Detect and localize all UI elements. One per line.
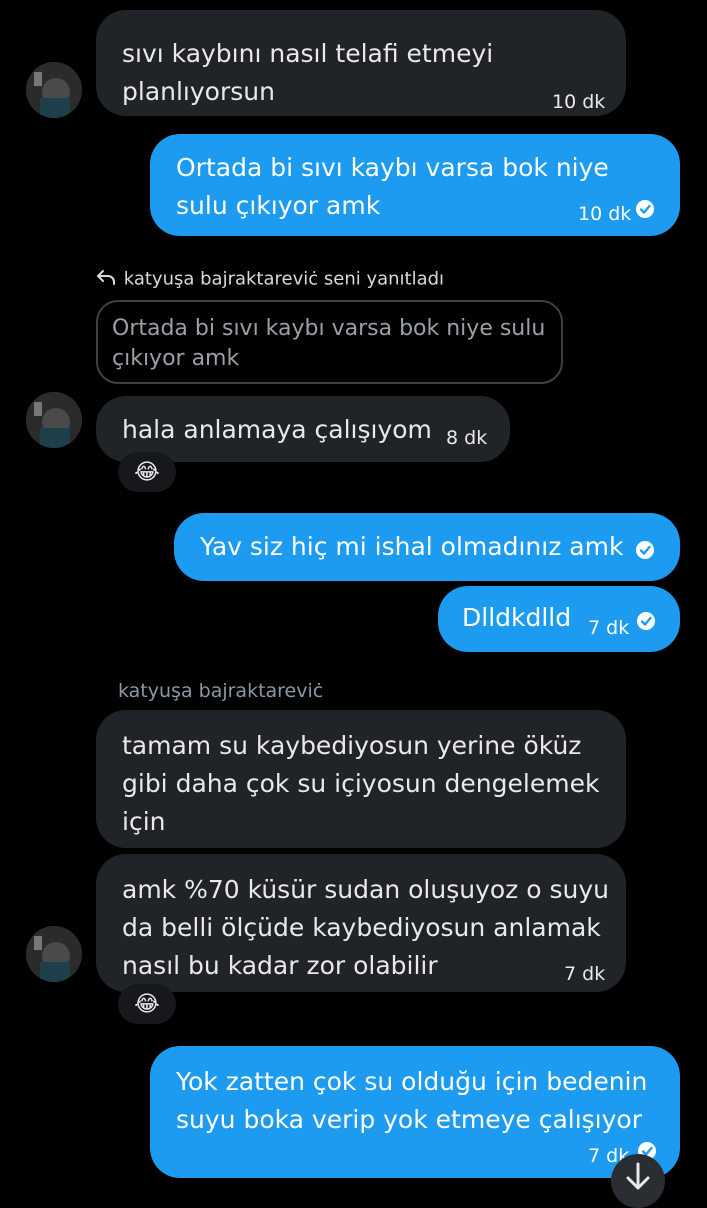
- message-time: 7 dk: [588, 617, 630, 639]
- message-text: amk %70 küsür sudan oluşuyoz o suyu: [122, 875, 609, 904]
- message-bubble-incoming[interactable]: sıvı kaybını nasıl telafi etmeyi planlıy…: [96, 10, 626, 116]
- check-circle-icon: [636, 200, 654, 218]
- message-bubble-incoming[interactable]: tamam su kaybediyosun yerine öküz gibi d…: [96, 710, 626, 848]
- message-text: hala anlamaya çalışıyom: [122, 415, 432, 444]
- sender-name: katyuşa bajraktareviċ: [118, 680, 324, 702]
- quoted-text: Ortada bi sıvı kaybı varsa bok niye sulu: [112, 316, 546, 341]
- avatar[interactable]: [26, 926, 82, 982]
- message-bubble-outgoing[interactable]: Yok zatten çok su olduğu için bedenin su…: [150, 1046, 680, 1178]
- message-text: Dlldkdlld: [462, 603, 572, 632]
- arrow-down-icon: [626, 1162, 650, 1190]
- message-bubble-incoming[interactable]: amk %70 küsür sudan oluşuyoz o suyu da b…: [96, 854, 626, 992]
- message-bubble-outgoing[interactable]: Yav siz hiç mi ishal olmadınız amk: [174, 513, 680, 581]
- message-text: tamam su kaybediyosun yerine öküz: [122, 731, 582, 760]
- message-text: da belli ölçüde kaybediyosun anlamak: [122, 913, 601, 942]
- reply-header-text: katyuşa bajraktareviċ seni yanıtladı: [123, 268, 445, 290]
- message-text: için: [122, 807, 166, 836]
- message-text: Yok zatten çok su olduğu için bedenin: [176, 1067, 648, 1096]
- message-time: 7 dk: [564, 963, 606, 985]
- avatar[interactable]: [26, 62, 82, 118]
- message-text: Ortada bi sıvı kaybı varsa bok niye: [176, 153, 609, 182]
- message-bubble-outgoing[interactable]: Ortada bi sıvı kaybı varsa bok niye sulu…: [150, 134, 680, 236]
- message-text: sulu çıkıyor amk: [176, 191, 381, 220]
- message-text: sıvı kaybını nasıl telafi etmeyi: [122, 39, 494, 68]
- message-text: Yav siz hiç mi ishal olmadınız amk: [200, 532, 624, 561]
- message-time: 10 dk: [552, 91, 606, 113]
- quoted-text: çıkıyor amk: [112, 346, 240, 371]
- message-bubble-outgoing[interactable]: Dlldkdlld 7 dk: [438, 586, 680, 652]
- message-text: suyu boka verip yok etmeye çalışıyor: [176, 1105, 642, 1134]
- laughing-emoji-icon: 😂: [134, 991, 160, 1017]
- message-text: planlıyorsun: [122, 77, 275, 106]
- reply-header: katyuşa bajraktareviċ seni yanıtladı: [96, 268, 444, 291]
- avatar[interactable]: [26, 392, 82, 448]
- message-text: gibi daha çok su içiyosun dengelemek: [122, 769, 600, 798]
- reaction-badge[interactable]: 😂: [118, 984, 176, 1024]
- message-time: 10 dk: [578, 203, 632, 225]
- laughing-emoji-icon: 😂: [134, 459, 160, 485]
- message-text: nasıl bu kadar zor olabilir: [122, 951, 438, 980]
- quoted-message[interactable]: Ortada bi sıvı kaybı varsa bok niye sulu…: [96, 300, 563, 384]
- check-circle-icon: [637, 612, 655, 630]
- reply-arrow-icon: [96, 268, 118, 291]
- check-circle-icon: [636, 541, 654, 559]
- message-time: 8 dk: [446, 427, 488, 449]
- reaction-badge[interactable]: 😂: [118, 452, 176, 492]
